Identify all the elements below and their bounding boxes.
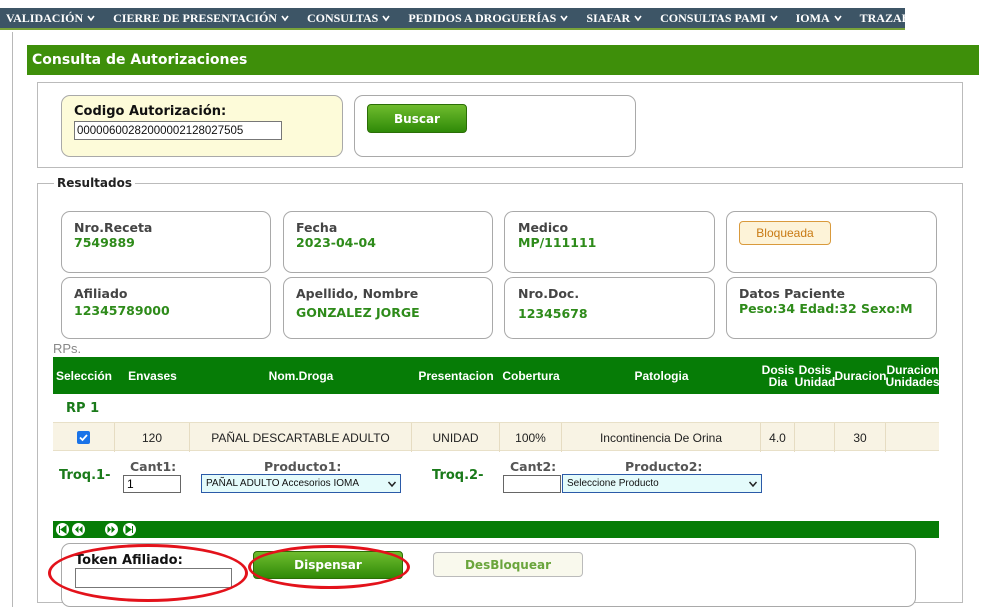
status-blocked-button[interactable]: Bloqueada xyxy=(739,221,831,245)
paciente-label: Datos Paciente xyxy=(739,286,845,301)
cant1-label: Cant1: xyxy=(130,459,177,474)
col-dosis-unidad[interactable]: Dosis Unidad xyxy=(795,357,836,394)
menu-label: CONSULTAS PAMI xyxy=(660,10,766,25)
menu-validacion[interactable]: VALIDACIÓN xyxy=(6,11,95,26)
doc-label: Nro.Doc. xyxy=(518,286,580,301)
chevron-down-icon xyxy=(387,481,397,488)
producto1-select[interactable]: PAÑAL ADULTO Accesorios IOMA xyxy=(201,474,401,493)
medico-value: MP/111111 xyxy=(518,235,597,250)
nombre-value: GONZALEZ JORGE xyxy=(296,305,420,320)
col-envases[interactable]: Envases xyxy=(115,357,190,394)
chevron-down-icon xyxy=(87,15,95,22)
col-patologia[interactable]: Patologia xyxy=(562,357,761,394)
menu-label: TRAZABILIDAD xyxy=(859,10,953,25)
fecha-label: Fecha xyxy=(296,220,338,235)
menu-label: CONSULTAS xyxy=(306,10,379,25)
cant2-input[interactable] xyxy=(503,475,561,493)
menu-trazabilidad[interactable]: TRAZABILIDAD xyxy=(860,11,953,26)
menu-pedidos-droguerias[interactable]: PEDIDOS A DROGUERÍAS xyxy=(408,11,568,26)
paciente-value: Peso:34 Edad:32 Sexo:M xyxy=(739,301,913,316)
chevron-down-icon xyxy=(748,481,758,488)
menu-cierre-presentacion[interactable]: CIERRE DE PRESENTACIÓN xyxy=(113,11,289,26)
page-title-text: Consulta de Autorizaciones xyxy=(32,52,248,68)
cell-dosis-dia: 4.0 xyxy=(761,423,795,452)
rp-group-label: RP 1 xyxy=(66,401,100,416)
producto2-select[interactable]: Seleccione Producto xyxy=(562,474,762,493)
first-page-icon xyxy=(59,525,67,534)
table-row: 120 PAÑAL DESCARTABLE ADULTO UNIDAD 100%… xyxy=(53,422,939,452)
first-page-button[interactable] xyxy=(56,523,69,536)
chevron-down-icon xyxy=(833,15,842,22)
doc-value: 12345678 xyxy=(518,306,588,321)
previous-icon xyxy=(75,526,83,533)
col-duracion[interactable]: Duracion xyxy=(835,357,887,394)
afiliado-value: 12345789000 xyxy=(74,303,170,318)
nombre-label: Apellido, Nombre xyxy=(296,286,419,301)
receta-label: Nro.Receta xyxy=(74,220,153,235)
cell-seleccion xyxy=(53,423,115,452)
chevron-down-icon xyxy=(382,15,390,22)
col-seleccion[interactable]: Selección xyxy=(53,357,115,394)
rps-label: RPs. xyxy=(53,341,82,356)
menu-label: CIERRE DE PRESENTACIÓN xyxy=(113,10,277,25)
col-duracion-unidades[interactable]: Duracion Unidades xyxy=(886,357,940,394)
cell-duracion: 30 xyxy=(835,423,886,452)
last-page-button[interactable] xyxy=(123,523,136,536)
cell-presentacion: UNIDAD xyxy=(412,423,500,452)
col-droga[interactable]: Nom.Droga xyxy=(190,357,412,394)
troq2-label: Troq.2- xyxy=(432,468,484,483)
receta-value: 7549889 xyxy=(74,235,135,250)
highlight-ellipse xyxy=(248,545,410,589)
menu-siafar[interactable]: SIAFAR xyxy=(586,11,642,26)
page-title: Consulta de Autorizaciones xyxy=(27,45,979,75)
pager-bar xyxy=(53,521,939,538)
cant1-input[interactable] xyxy=(123,475,181,493)
highlight-ellipse xyxy=(48,544,248,602)
menu-consultas-pami[interactable]: CONSULTAS PAMI xyxy=(660,10,778,26)
last-page-icon xyxy=(125,525,133,534)
menu-label: VALIDACIÓN xyxy=(6,10,84,25)
next-icon xyxy=(107,526,115,533)
prev-page-button[interactable] xyxy=(72,523,85,536)
afiliado-label: Afiliado xyxy=(74,286,128,301)
authorization-code-input[interactable] xyxy=(74,121,282,140)
cell-duracion-unidades xyxy=(886,423,939,452)
medico-label: Medico xyxy=(518,220,569,235)
cant2-label: Cant2: xyxy=(510,459,557,474)
fecha-value: 2023-04-04 xyxy=(296,235,376,250)
chevron-down-icon xyxy=(769,15,778,22)
rps-grid-header: Selección Envases Nom.Droga Presentacion… xyxy=(53,357,940,394)
producto2-value: Seleccione Producto xyxy=(567,478,659,489)
chevron-down-icon xyxy=(634,15,642,22)
cell-cobertura: 100% xyxy=(500,423,562,452)
frame-border xyxy=(12,32,13,607)
top-margin xyxy=(0,0,987,8)
search-button[interactable]: Buscar xyxy=(367,104,467,133)
main-menu: VALIDACIÓN CIERRE DE PRESENTACIÓN CONSUL… xyxy=(0,8,953,30)
troq1-label: Troq.1- xyxy=(59,468,111,483)
producto2-label: Producto2: xyxy=(625,459,703,474)
desbloquear-button[interactable]: DesBloquear xyxy=(433,552,583,577)
menu-label: SIAFAR xyxy=(586,10,631,25)
code-label: Codigo Autorización: xyxy=(74,104,227,119)
col-cobertura[interactable]: Cobertura xyxy=(500,357,562,394)
col-presentacion[interactable]: Presentacion xyxy=(412,357,500,394)
row-select-checkbox[interactable] xyxy=(77,431,90,444)
cell-patologia: Incontinencia De Orina xyxy=(562,423,761,452)
cell-droga: PAÑAL DESCARTABLE ADULTO xyxy=(190,423,412,452)
cell-envases: 120 xyxy=(115,423,190,452)
menu-consultas[interactable]: CONSULTAS xyxy=(307,11,390,26)
producto1-label: Producto1: xyxy=(264,459,342,474)
menu-label: PEDIDOS A DROGUERÍAS xyxy=(408,10,557,25)
producto1-value: PAÑAL ADULTO Accesorios IOMA xyxy=(206,478,360,489)
menu-label: IOMA xyxy=(795,10,830,25)
cell-dosis-unidad xyxy=(795,423,835,452)
next-page-button[interactable] xyxy=(105,523,118,536)
col-dosis-dia[interactable]: Dosis Dia xyxy=(761,357,795,394)
check-icon xyxy=(79,434,88,442)
chevron-down-icon xyxy=(560,15,568,22)
results-legend: Resultados xyxy=(54,176,135,190)
chevron-down-icon xyxy=(281,15,289,22)
menu-ioma[interactable]: IOMA xyxy=(796,11,842,26)
